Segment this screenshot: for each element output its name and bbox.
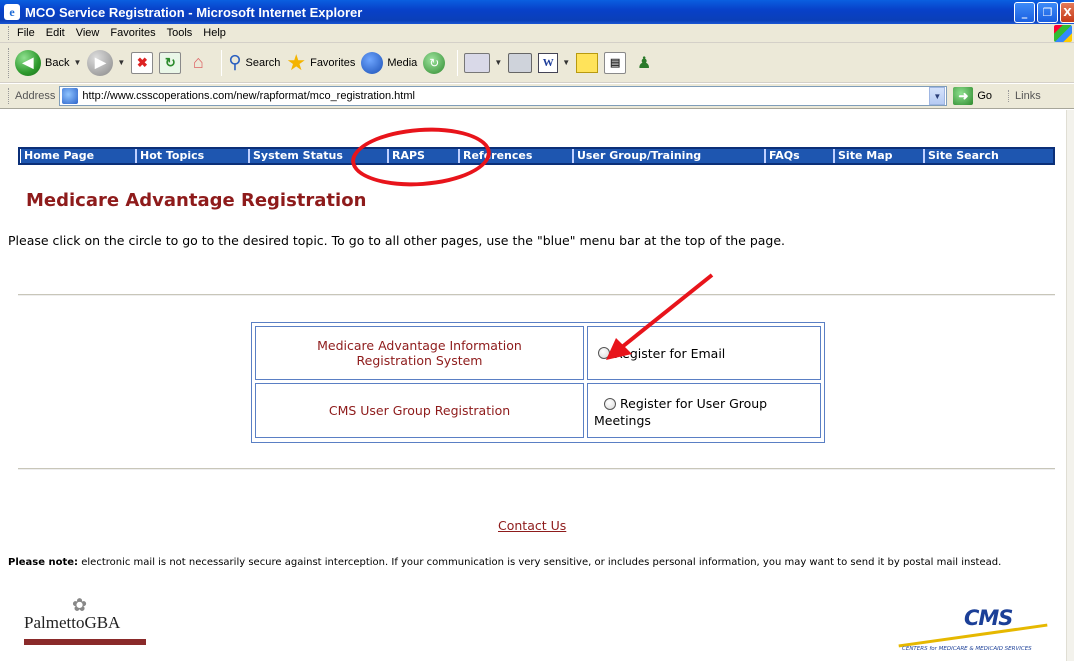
divider [18, 468, 1055, 470]
word-icon: W [538, 52, 559, 73]
menu-view[interactable]: View [76, 27, 108, 39]
go-label: Go [977, 90, 993, 102]
register-user-group-radio[interactable] [604, 398, 616, 410]
messenger-icon[interactable]: ♟ [632, 52, 656, 74]
forward-arrow-icon: ▶ [87, 49, 114, 76]
topic-cell: Medicare Advantage Information Registrat… [255, 326, 584, 380]
page-icon [62, 88, 79, 104]
forward-button[interactable]: ▶ ▼ [87, 47, 125, 79]
close-button[interactable]: X [1060, 2, 1074, 23]
option-cell: Register for Email [587, 326, 821, 380]
search-label: Search [245, 56, 281, 69]
favorites-button[interactable]: ★ Favorites [286, 47, 355, 79]
address-bar: Address http://www.csscoperations.com/ne… [0, 84, 1074, 109]
favorites-star-icon: ★ [286, 49, 307, 75]
address-label: Address [15, 90, 56, 102]
media-icon [361, 51, 384, 74]
go-arrow-icon: ➜ [953, 87, 974, 105]
restore-button[interactable]: ❐ [1037, 2, 1058, 23]
option-text: Register for User Group Meetings [594, 395, 820, 429]
cms-logo[interactable]: CMS CENTERS for MEDICARE & MEDICAID SERV… [898, 602, 1048, 660]
vertical-scrollbar[interactable] [1066, 110, 1074, 661]
logo-bar [24, 639, 146, 645]
option-label[interactable]: Register for User Group Meetings [594, 396, 767, 428]
topic-label: Medicare Advantage Information Registrat… [317, 338, 522, 368]
menu-tools[interactable]: Tools [167, 27, 201, 39]
note-bold: Please note: [8, 557, 79, 568]
annotation-circle [349, 123, 493, 191]
option-cell: Register for User Group Meetings [587, 383, 821, 438]
forward-dropdown-icon[interactable]: ▼ [117, 58, 125, 67]
window-controls: _ ❐ X [1014, 2, 1074, 23]
edit-button[interactable]: W ▼ [538, 47, 570, 79]
nav-user-group-training[interactable]: User Group/Training [572, 149, 764, 163]
history-icon[interactable]: ↻ [423, 51, 446, 74]
back-dropdown-icon[interactable]: ▼ [73, 58, 81, 67]
address-grip [8, 88, 11, 104]
nav-faqs[interactable]: FAQs [764, 149, 833, 163]
nav-home-page[interactable]: Home Page [20, 149, 135, 163]
menu-help[interactable]: Help [203, 27, 234, 39]
back-button[interactable]: ◀ Back ▼ [15, 47, 81, 79]
address-dropdown-icon[interactable]: ▼ [929, 87, 946, 105]
cms-logo-text: CMS [964, 606, 1013, 630]
register-email-radio[interactable] [598, 347, 610, 359]
topic-label: CMS User Group Registration [328, 403, 511, 418]
contact-us-link[interactable]: Contact Us [498, 518, 566, 533]
toolbar-separator [221, 49, 223, 76]
registration-table: Medicare Advantage Information Registrat… [251, 322, 825, 443]
window-title: MCO Service Registration - Microsoft Int… [25, 4, 363, 20]
address-url[interactable]: http://www.csscoperations.com/new/rapfor… [82, 90, 929, 102]
media-button[interactable]: Media [361, 47, 417, 79]
back-arrow-icon: ◀ [15, 49, 41, 76]
topic-cell: CMS User Group Registration [255, 383, 584, 438]
favorites-label: Favorites [310, 56, 356, 69]
mail-dropdown-icon[interactable]: ▼ [494, 58, 502, 67]
search-icon: ⚲ [228, 52, 242, 72]
cms-logo-subtitle: CENTERS for MEDICARE & MEDICAID SERVICES [902, 646, 1032, 652]
ie-icon: e [4, 4, 20, 20]
note-icon[interactable] [576, 52, 599, 73]
toolbar-separator [457, 49, 459, 76]
intro-text: Please click on the circle to go to the … [8, 233, 786, 248]
page-title: Medicare Advantage Registration [26, 190, 367, 211]
option-label[interactable]: Register for Email [614, 346, 725, 361]
media-label: Media [387, 56, 418, 69]
home-icon[interactable]: ⌂ [187, 52, 209, 74]
nav-site-map[interactable]: Site Map [833, 149, 923, 163]
stop-icon[interactable]: ✖ [131, 51, 154, 74]
edit-dropdown-icon[interactable]: ▼ [562, 58, 570, 67]
search-button[interactable]: ⚲ Search [228, 47, 280, 79]
toolbar: ◀ Back ▼ ▶ ▼ ✖ ↻ ⌂ ⚲ Search ★ Favorites … [0, 43, 1074, 83]
palmetto-gba-logo[interactable]: ✿ PalmettoGBA [24, 595, 146, 655]
mail-icon [464, 52, 491, 73]
menu-file[interactable]: File [17, 27, 43, 39]
mail-button[interactable]: ▼ [464, 47, 502, 79]
back-label: Back [45, 56, 70, 69]
nav-site-search[interactable]: Site Search [923, 149, 1051, 163]
address-input[interactable]: http://www.csscoperations.com/new/rapfor… [59, 86, 948, 106]
menu-grip [8, 26, 11, 40]
minimize-button[interactable]: _ [1014, 2, 1035, 23]
note-text: electronic mail is not necessarily secur… [78, 557, 1002, 568]
toolbar-grip [8, 47, 11, 78]
links-button[interactable]: Links [1008, 90, 1041, 102]
go-button[interactable]: ➜ Go [953, 87, 992, 105]
windows-logo-icon [1054, 25, 1072, 42]
page-content: Home Page Hot Topics System Status RAPS … [0, 110, 1074, 661]
menu-favorites[interactable]: Favorites [110, 27, 163, 39]
palmetto-logo-text: PalmettoGBA [24, 613, 121, 632]
divider [18, 294, 1055, 296]
research-icon[interactable]: ▤ [604, 51, 627, 74]
menu-edit[interactable]: Edit [46, 27, 73, 39]
nav-hot-topics[interactable]: Hot Topics [135, 149, 248, 163]
site-nav-bar: Home Page Hot Topics System Status RAPS … [18, 147, 1055, 165]
print-icon[interactable] [508, 52, 533, 73]
title-bar: e MCO Service Registration - Microsoft I… [0, 0, 1074, 24]
security-note: Please note: electronic mail is not nece… [8, 554, 1058, 571]
refresh-icon[interactable]: ↻ [159, 51, 182, 74]
menu-bar: File Edit View Favorites Tools Help [0, 24, 1074, 43]
